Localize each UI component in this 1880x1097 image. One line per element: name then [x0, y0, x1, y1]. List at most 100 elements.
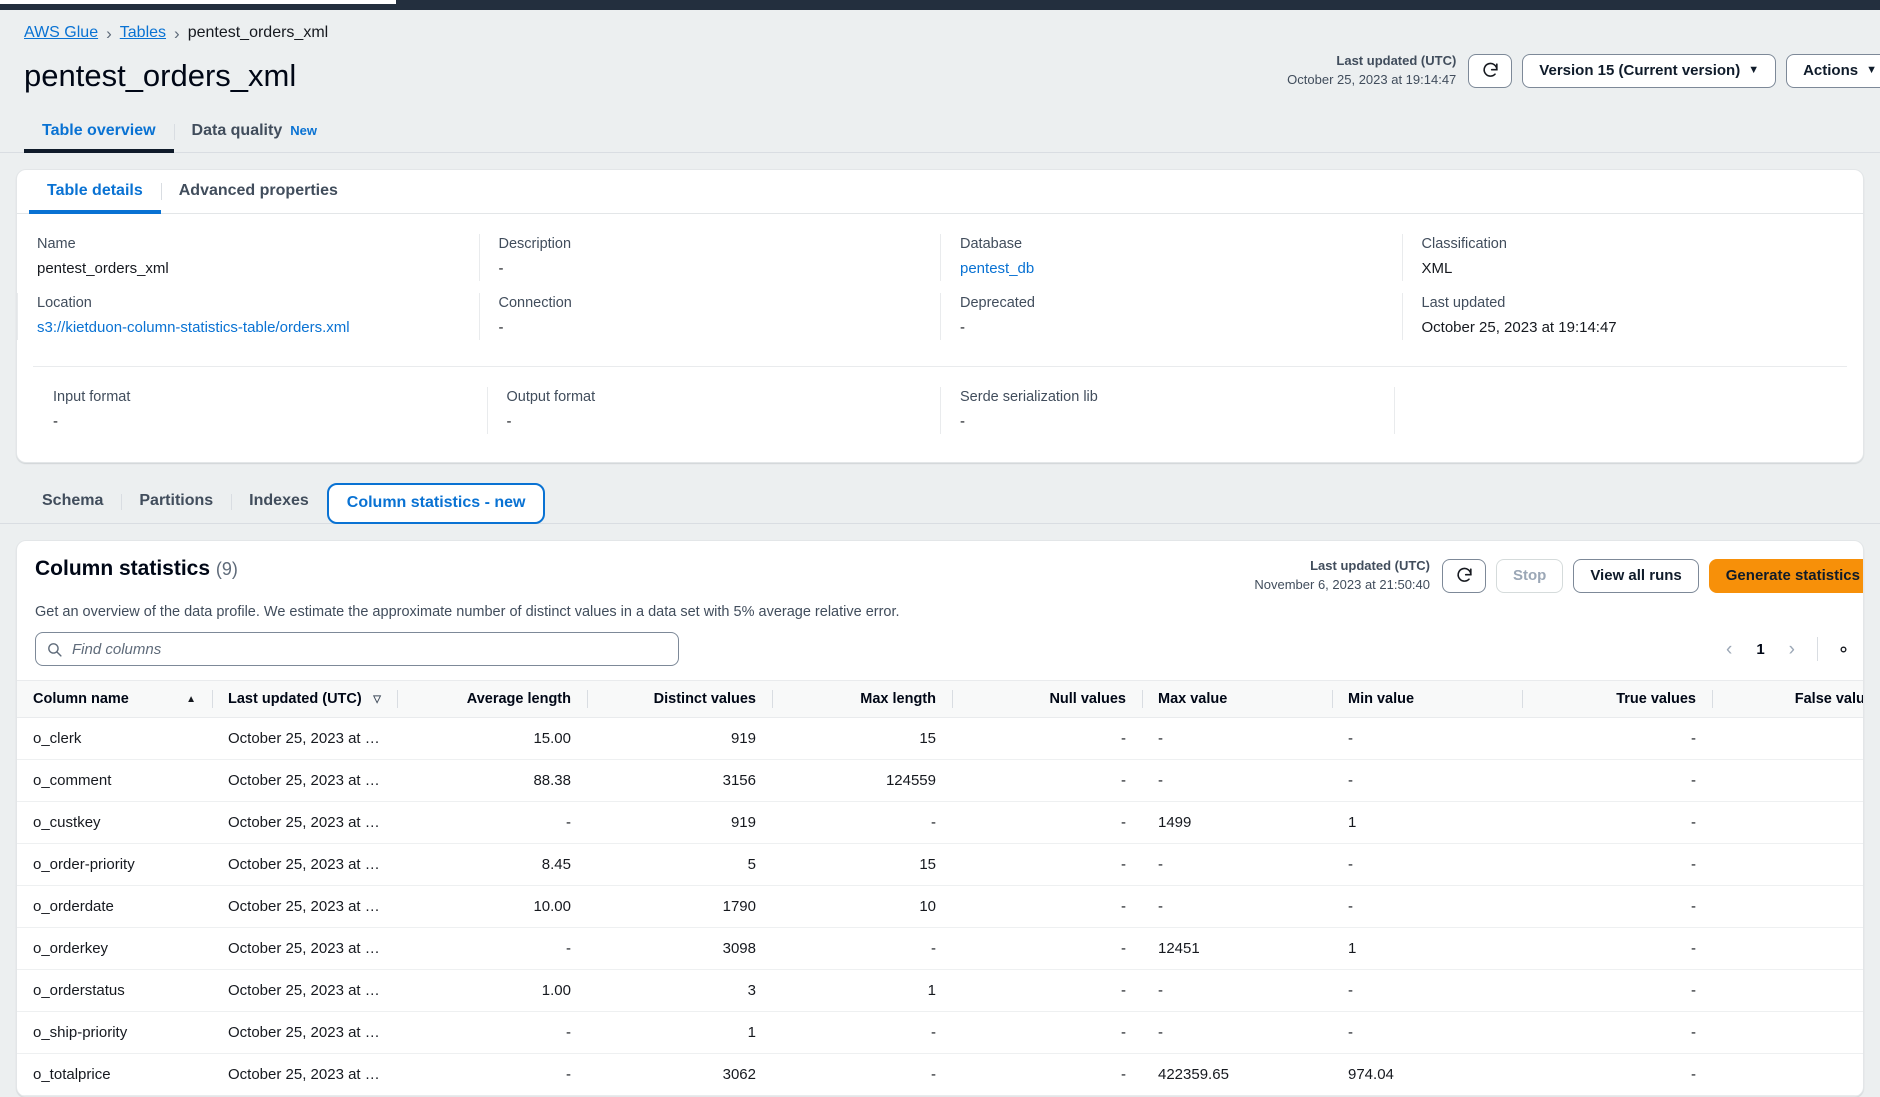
view-all-runs-label: View all runs: [1590, 567, 1681, 584]
distinct-values-cell: 1: [587, 1012, 772, 1054]
version-select[interactable]: Version 15 (Current version) ▼: [1522, 54, 1776, 88]
table-row[interactable]: o_commentOctober 25, 2023 at 19:14:88.38…: [17, 760, 1864, 802]
table-row[interactable]: o_orderkeyOctober 25, 2023 at 19:14:-309…: [17, 928, 1864, 970]
stats-refresh-button[interactable]: [1442, 559, 1486, 593]
detail-value-link[interactable]: pentest_db: [960, 260, 1382, 277]
false-values-cell: -: [1712, 928, 1864, 970]
detail-value: -: [53, 413, 467, 430]
min-value-cell: 974.04: [1332, 1054, 1522, 1096]
detail-value: -: [507, 413, 921, 430]
table-preferences-button[interactable]: [1830, 636, 1863, 663]
column-header-distinct-values[interactable]: Distinct values: [587, 681, 772, 718]
header-last-updated: Last updated (UTC) October 25, 2023 at 1…: [1287, 52, 1456, 90]
header-last-updated-value: October 25, 2023 at 19:14:47: [1287, 71, 1456, 90]
tab-table-overview[interactable]: Table overview: [24, 112, 174, 152]
stop-button[interactable]: Stop: [1496, 559, 1563, 593]
null-values-cell: -: [952, 718, 1142, 760]
min-value-cell: -: [1332, 1012, 1522, 1054]
tab-table-details-label: Table details: [47, 182, 143, 199]
max-value-cell: -: [1142, 970, 1332, 1012]
detail-field-output-format: Output format -: [487, 385, 941, 444]
column-header-min-value[interactable]: Min value: [1332, 681, 1522, 718]
detail-value: -: [499, 319, 921, 336]
generate-statistics-button[interactable]: Generate statistics: [1709, 559, 1864, 593]
column-header-null-values[interactable]: Null values: [952, 681, 1142, 718]
column-header-true-values[interactable]: True values: [1522, 681, 1712, 718]
pagination-prev-button[interactable]: ‹: [1716, 636, 1742, 663]
null-values-cell: -: [952, 970, 1142, 1012]
column-statistics-header: Column statistics (9) Last updated (UTC)…: [17, 541, 1863, 595]
detail-field-connection: Connection -: [479, 291, 941, 350]
column-header-last-updated[interactable]: Last updated (UTC) ▽: [212, 681, 397, 718]
column-header-column-name[interactable]: Column name ▲: [17, 681, 212, 718]
detail-label: Classification: [1422, 236, 1844, 252]
sort-descending-icon: ▽: [373, 694, 381, 705]
distinct-values-cell: 919: [587, 718, 772, 760]
tab-schema[interactable]: Schema: [24, 481, 121, 523]
version-select-value: Version 15 (Current version): [1539, 62, 1740, 79]
detail-value: pentest_orders_xml: [37, 260, 459, 277]
max-value-cell: -: [1142, 844, 1332, 886]
table-row[interactable]: o_order-priorityOctober 25, 2023 at 19:1…: [17, 844, 1864, 886]
true-values-cell: -: [1522, 760, 1712, 802]
last-updated-cell: October 25, 2023 at 19:14:: [212, 970, 397, 1012]
table-row[interactable]: o_totalpriceOctober 25, 2023 at 19:14:-3…: [17, 1054, 1864, 1096]
actions-button[interactable]: Actions ▼: [1786, 54, 1880, 88]
tab-table-details[interactable]: Table details: [29, 170, 161, 213]
min-value-cell: -: [1332, 970, 1522, 1012]
stats-last-updated-label: Last updated (UTC): [1254, 557, 1430, 576]
tab-data-quality[interactable]: Data quality New: [174, 112, 335, 152]
global-navigation-bar: [0, 0, 1880, 10]
table-row[interactable]: o_orderstatusOctober 25, 2023 at 19:14:1…: [17, 970, 1864, 1012]
tab-column-statistics[interactable]: Column statistics - new: [327, 483, 546, 524]
last-updated-cell: October 25, 2023 at 19:14:: [212, 928, 397, 970]
column-statistics-card: Column statistics (9) Last updated (UTC)…: [16, 540, 1864, 1097]
column-name-cell: o_ship-priority: [17, 1012, 212, 1054]
search-input[interactable]: Find columns: [35, 632, 679, 666]
view-all-runs-button[interactable]: View all runs: [1573, 559, 1698, 593]
detail-label: Location: [37, 295, 459, 311]
refresh-icon: [1455, 566, 1474, 585]
tab-indexes[interactable]: Indexes: [231, 481, 327, 523]
tab-table-overview-label: Table overview: [42, 122, 156, 140]
tab-advanced-properties[interactable]: Advanced properties: [161, 170, 356, 213]
page-title: pentest_orders_xml: [24, 57, 296, 94]
column-header-false-values[interactable]: False values: [1712, 681, 1864, 718]
detail-value: October 25, 2023 at 19:14:47: [1422, 319, 1844, 336]
breadcrumb-item-tables[interactable]: Tables: [120, 24, 166, 42]
detail-value-link[interactable]: s3://kietduon-column-statistics-table/or…: [37, 319, 459, 336]
max-length-cell: -: [772, 928, 952, 970]
chevron-down-icon: ▼: [1748, 65, 1759, 76]
column-header-max-length[interactable]: Max length: [772, 681, 952, 718]
pagination-page-1[interactable]: 1: [1748, 641, 1772, 658]
secondary-tabs: Table details Advanced properties: [17, 170, 1863, 214]
column-header-average-length[interactable]: Average length: [397, 681, 587, 718]
detail-field-serde: Serde serialization lib -: [940, 385, 1394, 444]
false-values-cell: -: [1712, 718, 1864, 760]
tab-partitions[interactable]: Partitions: [121, 481, 231, 523]
pagination-next-button[interactable]: ›: [1779, 636, 1805, 663]
null-values-cell: -: [952, 844, 1142, 886]
breadcrumb-item-aws-glue[interactable]: AWS Glue: [24, 24, 98, 42]
detail-label: Deprecated: [960, 295, 1382, 311]
table-row[interactable]: o_custkeyOctober 25, 2023 at 19:14:-919-…: [17, 802, 1864, 844]
table-details-row-3: Input format - Output format - Serde ser…: [33, 366, 1847, 462]
stats-last-updated-value: November 6, 2023 at 21:50:40: [1254, 576, 1430, 595]
new-badge: New: [290, 123, 317, 138]
table-row[interactable]: o_orderdateOctober 25, 2023 at 19:14:10.…: [17, 886, 1864, 928]
true-values-cell: -: [1522, 928, 1712, 970]
detail-label: Serde serialization lib: [960, 389, 1374, 405]
detail-field-deprecated: Deprecated -: [940, 291, 1402, 350]
max-value-cell: 1499: [1142, 802, 1332, 844]
max-value-cell: 12451: [1142, 928, 1332, 970]
false-values-cell: -: [1712, 802, 1864, 844]
true-values-cell: -: [1522, 844, 1712, 886]
true-values-cell: -: [1522, 970, 1712, 1012]
table-row[interactable]: o_clerkOctober 25, 2023 at 19:14:15.0091…: [17, 718, 1864, 760]
average-length-cell: 88.38: [397, 760, 587, 802]
table-details-card: Table details Advanced properties Name p…: [16, 169, 1864, 463]
refresh-button[interactable]: [1468, 54, 1512, 88]
table-row[interactable]: o_ship-priorityOctober 25, 2023 at 19:14…: [17, 1012, 1864, 1054]
null-values-cell: -: [952, 1054, 1142, 1096]
column-header-max-value[interactable]: Max value: [1142, 681, 1332, 718]
